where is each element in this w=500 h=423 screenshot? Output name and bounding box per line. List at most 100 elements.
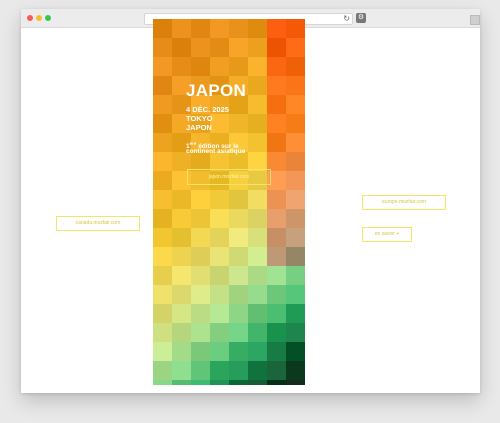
mosaic-tile (267, 380, 287, 385)
mosaic-tile (229, 57, 249, 77)
mosaic-tile (172, 361, 192, 381)
japon-link[interactable]: japon.mozfair.com (187, 169, 271, 185)
mosaic-tile (153, 38, 173, 58)
mosaic-tile (267, 304, 287, 324)
mosaic-tile (248, 228, 268, 248)
window-corner-button[interactable] (470, 15, 480, 25)
maximize-window-button[interactable] (45, 15, 51, 21)
mosaic-tile (191, 247, 211, 267)
mosaic-tile (210, 247, 230, 267)
mosaic-tile (172, 19, 192, 39)
mosaic-tile (210, 228, 230, 248)
mosaic-tile (248, 133, 268, 153)
mosaic-tile (286, 152, 305, 172)
mosaic-tile (286, 361, 305, 381)
mosaic-tile (172, 209, 192, 229)
mosaic-tile (191, 304, 211, 324)
mosaic-tile (210, 304, 230, 324)
mosaic-tile (153, 19, 173, 39)
mosaic-tile (286, 304, 305, 324)
mosaic-tile (191, 323, 211, 343)
mosaic-tile (191, 38, 211, 58)
reload-icon[interactable]: ↻ (343, 14, 350, 24)
mosaic-tile (248, 57, 268, 77)
mosaic-tile (153, 228, 173, 248)
mosaic-tile (286, 380, 305, 385)
mosaic-tile (229, 380, 249, 385)
mosaic-tile (229, 228, 249, 248)
mosaic-tile (191, 342, 211, 362)
learn-more-link[interactable]: en savoir + (362, 227, 412, 242)
mosaic-tile (248, 19, 268, 39)
mosaic-tile (267, 19, 287, 39)
mosaic-tile (191, 209, 211, 229)
mosaic-tile (210, 380, 230, 385)
mosaic-tile (267, 95, 287, 115)
mosaic-tile (248, 190, 268, 210)
mosaic-tile (267, 114, 287, 134)
mosaic-tile (286, 247, 305, 267)
mosaic-tile (172, 190, 192, 210)
mosaic-tile (172, 380, 192, 385)
mosaic-tile (153, 57, 173, 77)
mosaic-tile (153, 171, 173, 191)
mosaic-tile (267, 133, 287, 153)
mosaic-tile (248, 209, 268, 229)
mosaic-tile (191, 19, 211, 39)
mosaic-tile (248, 38, 268, 58)
mosaic-tile (153, 361, 173, 381)
mosaic-tile (267, 228, 287, 248)
mosaic-tile (153, 209, 173, 229)
mosaic-tile (267, 342, 287, 362)
mosaic-tile (248, 95, 268, 115)
event-country: JAPON (186, 123, 212, 132)
mosaic-tile (153, 323, 173, 343)
mosaic-tile (153, 266, 173, 286)
mosaic-tile (286, 323, 305, 343)
mosaic-tile (153, 190, 173, 210)
extension-icon[interactable]: ⚙ (356, 13, 366, 23)
mosaic-tile (286, 76, 305, 96)
mosaic-tile (210, 323, 230, 343)
mosaic-tile (153, 285, 173, 305)
pixel-mosaic-background (153, 19, 305, 385)
mosaic-tile (229, 266, 249, 286)
mosaic-tile (210, 57, 230, 77)
close-window-button[interactable] (27, 15, 33, 21)
mosaic-tile (210, 285, 230, 305)
mosaic-tile (248, 342, 268, 362)
mosaic-tile (286, 266, 305, 286)
event-poster: JAPON 4 DÉC. 2025 TOKYO JAPON 1ère éditi… (153, 19, 305, 385)
mosaic-tile (210, 266, 230, 286)
mosaic-tile (229, 342, 249, 362)
mosaic-tile (286, 19, 305, 39)
mosaic-tile (229, 247, 249, 267)
mosaic-tile (153, 380, 173, 385)
mosaic-tile (229, 114, 249, 134)
mosaic-tile (286, 95, 305, 115)
mosaic-tile (191, 266, 211, 286)
minimize-window-button[interactable] (36, 15, 42, 21)
europe-link[interactable]: europe.mozfair.com (362, 195, 446, 210)
mosaic-tile (229, 19, 249, 39)
mosaic-tile (191, 361, 211, 381)
mosaic-tile (229, 190, 249, 210)
mosaic-tile (267, 323, 287, 343)
canada-link[interactable]: canada.mozfair.com (56, 216, 140, 231)
mosaic-tile (210, 361, 230, 381)
mosaic-tile (153, 342, 173, 362)
event-date: 4 DÉC. 2025 (186, 105, 229, 114)
mosaic-tile (248, 285, 268, 305)
mosaic-tile (229, 323, 249, 343)
mosaic-tile (267, 57, 287, 77)
mosaic-tile (172, 57, 192, 77)
mosaic-tile (191, 228, 211, 248)
mosaic-tile (229, 361, 249, 381)
mosaic-tile (191, 57, 211, 77)
mosaic-tile (248, 361, 268, 381)
mosaic-tile (248, 304, 268, 324)
mosaic-tile (267, 247, 287, 267)
mosaic-tile (267, 38, 287, 58)
mosaic-tile (229, 38, 249, 58)
mosaic-tile (286, 285, 305, 305)
